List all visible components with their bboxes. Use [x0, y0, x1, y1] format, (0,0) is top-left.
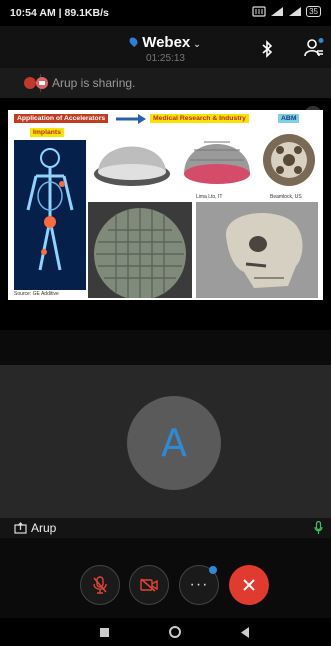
implant-cup-image [94, 146, 170, 186]
participants-icon[interactable] [304, 38, 324, 58]
slide-tag-abm: ABM [278, 114, 300, 123]
share-screen-icon [14, 522, 27, 534]
recent-apps-button[interactable] [100, 628, 109, 637]
call-timer: 01:25:13 [146, 53, 185, 64]
video-off-icon [140, 578, 158, 592]
participant-name: Arup [31, 521, 57, 535]
more-dots-icon: ··· [189, 576, 209, 593]
microphone-muted-icon [93, 576, 107, 594]
meeting-header: Webex ⌄ 01:25:13 [0, 26, 331, 68]
status-icons: 35 [252, 6, 321, 17]
status-bar: 10:54 AM | 89.1KB/s 35 [0, 0, 331, 26]
shared-slide: Application of Accelerators Medical Rese… [8, 110, 323, 300]
notification-dot [209, 566, 217, 574]
slide-tag-medical: Medical Research & Industry [150, 114, 249, 123]
mechanical-implant-image [263, 134, 315, 186]
lattice-sphere-image [88, 202, 192, 298]
mute-button[interactable] [80, 565, 120, 605]
skull-image [196, 202, 318, 298]
battery-icon: 35 [306, 6, 321, 17]
slide-tag-accelerators: Application of Accelerators [14, 114, 109, 123]
webex-logo-icon [128, 35, 140, 48]
wifi-signal-icon [271, 7, 284, 16]
arrow-right-icon [116, 114, 146, 124]
close-icon [243, 579, 255, 591]
avatar-initial: A [161, 421, 187, 465]
microphone-active-icon [314, 521, 323, 534]
alarm-icon [252, 6, 266, 17]
meeting-title[interactable]: Webex ⌄ [0, 34, 331, 51]
lattice-cup-image [184, 141, 250, 184]
chevron-down-icon: ⌄ [193, 39, 201, 49]
slide-tag-implants: Implants [30, 128, 64, 137]
slide-caption-beamlock: Beamlock, US [270, 194, 302, 200]
more-options-button[interactable]: ··· [179, 565, 219, 605]
sharing-text: Arup is sharing. [52, 76, 136, 90]
back-button[interactable] [240, 627, 250, 638]
recording-indicator-icon [24, 77, 36, 89]
slide-caption-lima: Lima Lto, IT [196, 194, 223, 200]
participant-avatar: A [127, 396, 221, 490]
video-button[interactable] [129, 565, 169, 605]
bluetooth-icon[interactable] [260, 40, 274, 58]
app-title: Webex [142, 34, 191, 51]
sharing-banner: Arup is sharing. [0, 68, 331, 98]
cell-signal-icon [289, 7, 302, 16]
participant-name-bar: Arup [0, 518, 331, 538]
skeleton-image [14, 140, 86, 290]
end-call-button[interactable] [229, 565, 269, 605]
status-time: 10:54 AM | 89.1KB/s [10, 7, 109, 19]
share-screen-icon [36, 77, 48, 89]
system-nav-bar [0, 618, 331, 646]
home-button[interactable] [169, 626, 181, 638]
slide-caption-source: Source: GE Additive [14, 291, 59, 297]
